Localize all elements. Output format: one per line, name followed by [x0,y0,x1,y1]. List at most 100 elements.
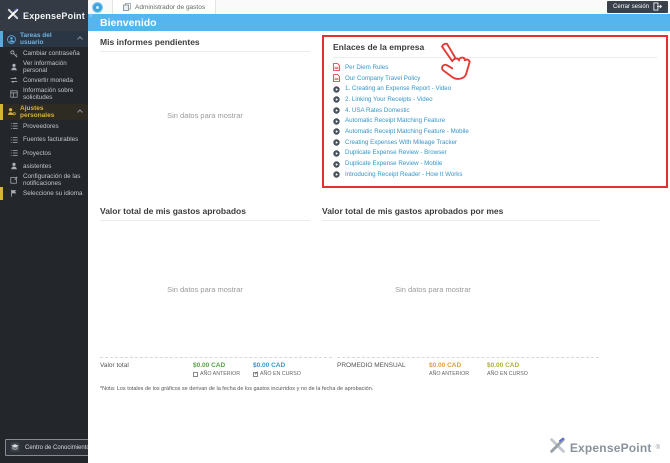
company-link[interactable]: Duplicate Expense Review - Mobile [333,158,657,169]
company-links-title: Enlaces de la empresa [333,42,657,58]
previous-year-checkbox[interactable] [193,371,198,377]
notification-settings-icon [10,176,18,184]
approved-total-empty-message: Sin datos para mostrar [167,285,243,294]
list-icon [10,122,18,130]
current-year-checkbox[interactable] [253,371,259,377]
registered-mark: ® [655,445,660,451]
sidebar-item-projects[interactable]: Proyectos [0,146,88,159]
logout-button[interactable]: Cerrar sesión [606,1,668,13]
sidebar-section-label: Tareas del usuario [20,32,52,46]
flag-icon [10,189,18,197]
company-link-label: Automatic Receipt Matching Feature [345,117,446,125]
company-link-label: Creating Expenses With Mileage Tracker [345,138,458,146]
totals-previous-year-value: $0.00 CAD [193,362,226,369]
expensepoint-x-logo-icon [549,437,566,459]
company-link[interactable]: 1. Creating an Expense Report - Video [333,83,657,94]
pending-reports-empty-message: Sin datos para mostrar [167,111,243,120]
average-previous-year: $0.00 CAD AÑO ANTERIOR [429,362,487,377]
knowledge-center-label: Centro de Conocimiento [25,444,90,451]
approved-monthly-empty-message: Sin datos para mostrar [395,285,471,294]
company-link[interactable]: Introducing Receipt Reader - How It Work… [333,169,657,180]
page-header: Bienvenido [88,14,670,31]
pending-reports-title: Mis informes pendientes [100,37,310,52]
company-link-label: Our Company Travel Policy [345,74,421,82]
sidebar-item-label: Proveedores [23,122,59,130]
app-logo: ExpensePoint ® [0,0,93,31]
sidebar-item-label: Proyectos [23,149,51,157]
totals-summary: Valor total $0.00 CAD AÑO ANTERIOR $0.00… [100,357,332,377]
monthly-average-label: PROMEDIO MENSUAL [337,362,406,369]
company-link-label: Introducing Receipt Reader - How It Work… [345,170,463,178]
company-link[interactable]: Duplicate Expense Review - Browser [333,148,657,159]
key-icon [10,50,18,58]
company-link[interactable]: 2. Linking Your Receipts - Video [333,94,657,105]
person-icon [10,162,18,170]
expensepoint-app-window: ExpensePoint ® Administrador de gastos Ce… [0,0,670,463]
company-link[interactable]: Automatic Receipt Matching Feature [333,115,657,126]
company-link[interactable]: Per Diem Rules [333,62,657,73]
company-link[interactable]: Our Company Travel Policy [333,73,657,84]
sidebar-item-personal-info[interactable]: Ver información personal [0,60,88,75]
sidebar-item-convert-currency[interactable]: Convertir moneda [0,74,88,87]
company-link[interactable]: Creating Expenses With Mileage Tracker [333,137,657,148]
page-title: Bienvenido [100,16,157,29]
company-link-label: Duplicate Expense Review - Mobile [345,160,443,168]
currency-exchange-icon [10,76,18,84]
main-content: Mis informes pendientes Sin datos para m… [88,31,670,463]
list-icon [10,136,18,144]
sidebar-item-label: Ver información personal [23,60,67,75]
list-icon [10,149,18,157]
totals-label: Valor total [100,362,129,369]
footer-logo: ExpensePoint ® [549,437,660,459]
sidebar-item-billable-sources[interactable]: Fuentes facturables [0,133,88,146]
hand-pointer-annotation-icon [432,42,484,91]
company-link-label: Automatic Receipt Matching Feature - Mob… [345,127,469,135]
chevron-up-icon [77,36,83,42]
current-year-label: AÑO EN CURSO [260,371,301,377]
sidebar-item-notification-settings[interactable]: Configuración de las notificaciones [0,173,88,187]
previous-year-label: AÑO ANTERIOR [200,371,241,377]
sidebar-item-label: asistentes [23,162,52,170]
company-link[interactable]: Automatic Receipt Matching Feature - Mob… [333,126,657,137]
average-current-year-value: $0.00 CAD [487,362,520,369]
approved-total-title: Valor total de mis gastos aprobados [100,206,310,221]
sidebar-item-request-info[interactable]: Información sobre solicitudes [0,86,88,101]
person-gear-icon [7,107,16,116]
average-previous-year-label: AÑO ANTERIOR [429,371,470,377]
sidebar-item-label: Fuentes facturables [23,136,79,144]
app-logo-text: ExpensePoint [23,10,85,21]
company-link-label: Duplicate Expense Review - Browser [345,149,447,157]
average-current-year: $0.00 CAD AÑO EN CURSO [487,362,545,377]
totals-current-year-value: $0.00 CAD [253,362,286,369]
sidebar-item-label: Seleccione su idioma [23,189,83,197]
company-link-label: Per Diem Rules [345,63,389,71]
logout-door-icon [653,1,663,13]
sidebar: Tareas del usuario Cambiar contraseña Ve… [0,31,105,463]
totals-previous-year: $0.00 CAD AÑO ANTERIOR [193,362,253,377]
tab-expense-manager[interactable]: Administrador de gastos [112,0,217,14]
video-icon [333,165,340,183]
monthly-average-summary: PROMEDIO MENSUAL $0.00 CAD AÑO ANTERIOR … [337,357,599,377]
sidebar-item-change-password[interactable]: Cambiar contraseña [0,47,88,60]
footer-logo-text: ExpensePoint [569,441,652,455]
sidebar-item-assistants[interactable]: asistentes [0,160,88,173]
company-links-panel: Enlaces de la empresa Per Diem Rules Our… [322,35,668,188]
company-link-label: 4. USA Rates Domestic [345,106,410,114]
totals-current-year: $0.00 CAD AÑO EN CURSO [253,362,313,377]
average-previous-year-value: $0.00 CAD [429,362,462,369]
chevron-up-icon [77,108,83,115]
info-table-icon [10,90,18,98]
sidebar-item-vendors[interactable]: Proveedores [0,120,88,133]
approved-monthly-title: Valor total de mis gastos aprobados por … [322,206,600,221]
chart-footnote: *Nota: Los totales de los gráficos se de… [100,386,374,392]
sidebar-section-label: Ajustes personales [20,104,55,119]
sidebar-item-select-language[interactable]: Seleccione su idioma [0,186,88,200]
sidebar-item-label: Convertir moneda [23,76,74,84]
average-current-year-label: AÑO EN CURSO [487,371,528,377]
registered-mark: ® [88,12,93,19]
app-menu-icon[interactable] [92,2,103,13]
sidebar-section-personal-settings[interactable]: Ajustes personales [0,103,88,120]
sidebar-section-user-tasks[interactable]: Tareas del usuario [0,31,88,47]
sidebar-item-label: Información sobre solicitudes [23,86,74,101]
company-link[interactable]: 4. USA Rates Domestic [333,105,657,116]
